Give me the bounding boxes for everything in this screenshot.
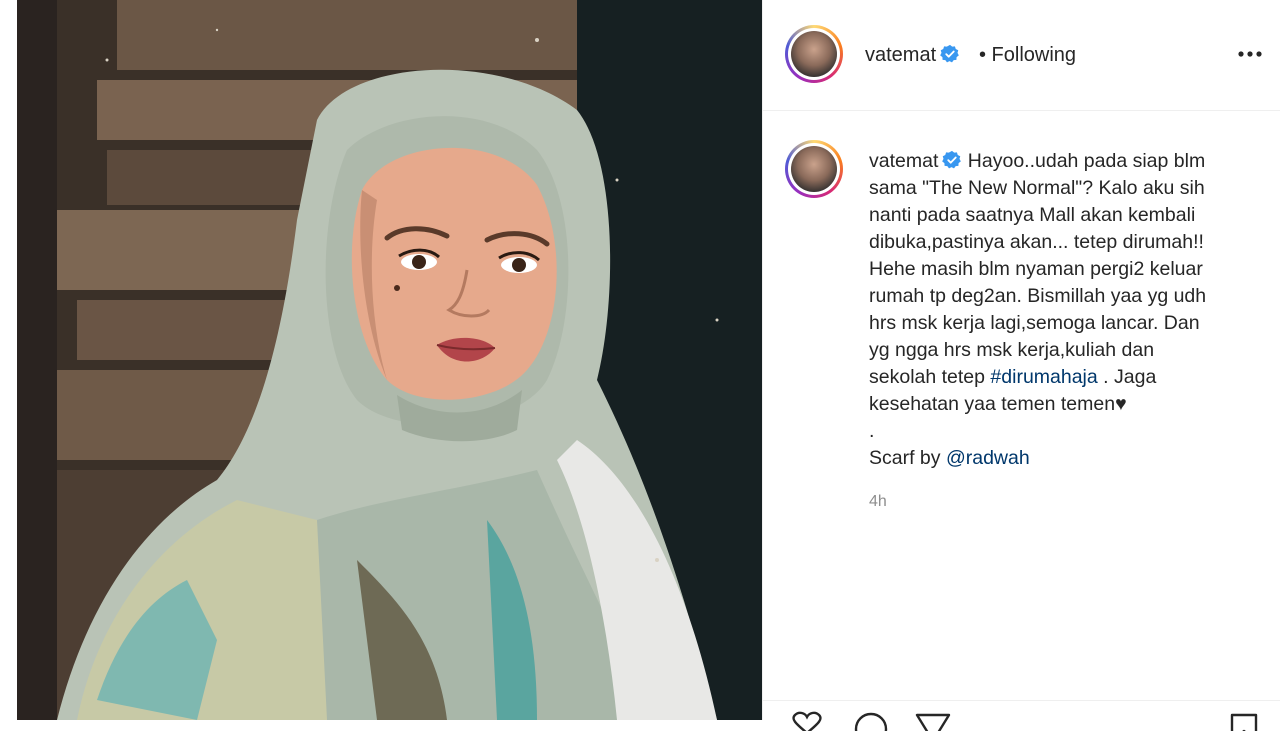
- post-header: vatemat • Following: [763, 0, 1280, 111]
- verified-badge-icon: [940, 44, 959, 63]
- hashtag-link[interactable]: #dirumahaja: [990, 366, 1097, 388]
- mention-link[interactable]: @radwah: [946, 447, 1030, 469]
- post-timestamp[interactable]: 4h: [869, 493, 887, 511]
- caption-username[interactable]: vatemat: [869, 150, 938, 172]
- following-button[interactable]: • Following: [979, 44, 1076, 67]
- more-options-icon[interactable]: [1237, 44, 1263, 64]
- caption-line: rumah tp deg2an. Bismillah yaa yg udh: [869, 285, 1207, 307]
- caption-line-text: . Jaga: [1097, 366, 1157, 388]
- caption-author-avatar[interactable]: [785, 140, 843, 198]
- caption-line-text: Scarf by: [869, 447, 946, 469]
- avatar-image: [791, 146, 837, 192]
- action-bar: [763, 700, 1280, 731]
- caption-line: Scarf by @radwah: [869, 445, 1249, 472]
- caption-line: yg ngga hrs msk kerja,kuliah dan: [869, 339, 1155, 361]
- author-avatar[interactable]: [785, 25, 843, 83]
- avatar-image: [791, 31, 837, 77]
- post-side-panel: vatemat • Following vatemat Hayoo..udah …: [762, 0, 1280, 731]
- caption-line: sekolah tetep #dirumahaja . Jaga: [869, 364, 1249, 391]
- share-icon[interactable]: [913, 711, 953, 731]
- caption-line: kesehatan yaa temen temen♥: [869, 393, 1127, 415]
- post-photo[interactable]: [17, 0, 762, 720]
- caption-line-text: Hayoo..udah pada siap blm: [967, 150, 1206, 172]
- verified-badge-icon: [942, 150, 962, 169]
- caption-line-text: sekolah tetep: [869, 366, 991, 388]
- post-media-panel: [0, 0, 762, 720]
- caption-line: .: [869, 420, 875, 442]
- caption-line: Hehe masih blm nyaman pergi2 keluar: [869, 258, 1203, 280]
- save-icon[interactable]: [1227, 711, 1261, 731]
- heart-icon[interactable]: [787, 711, 827, 731]
- author-username[interactable]: vatemat: [865, 44, 936, 66]
- caption-line: nanti pada saatnya Mall akan kembali: [869, 204, 1196, 226]
- caption-line: sama "The New Normal"? Kalo aku sih: [869, 177, 1205, 199]
- comment-icon[interactable]: [851, 711, 891, 731]
- caption-line: vatemat Hayoo..udah pada siap blm: [869, 148, 1249, 175]
- header-username-row: vatemat: [865, 44, 960, 67]
- caption-line: dibuka,pastinya akan... tetep dirumah!!: [869, 231, 1204, 253]
- caption-text: vatemat Hayoo..udah pada siap blm sama "…: [869, 148, 1249, 472]
- caption-line: hrs msk kerja lagi,semoga lancar. Dan: [869, 312, 1200, 334]
- post-photo-illustration: [17, 0, 762, 720]
